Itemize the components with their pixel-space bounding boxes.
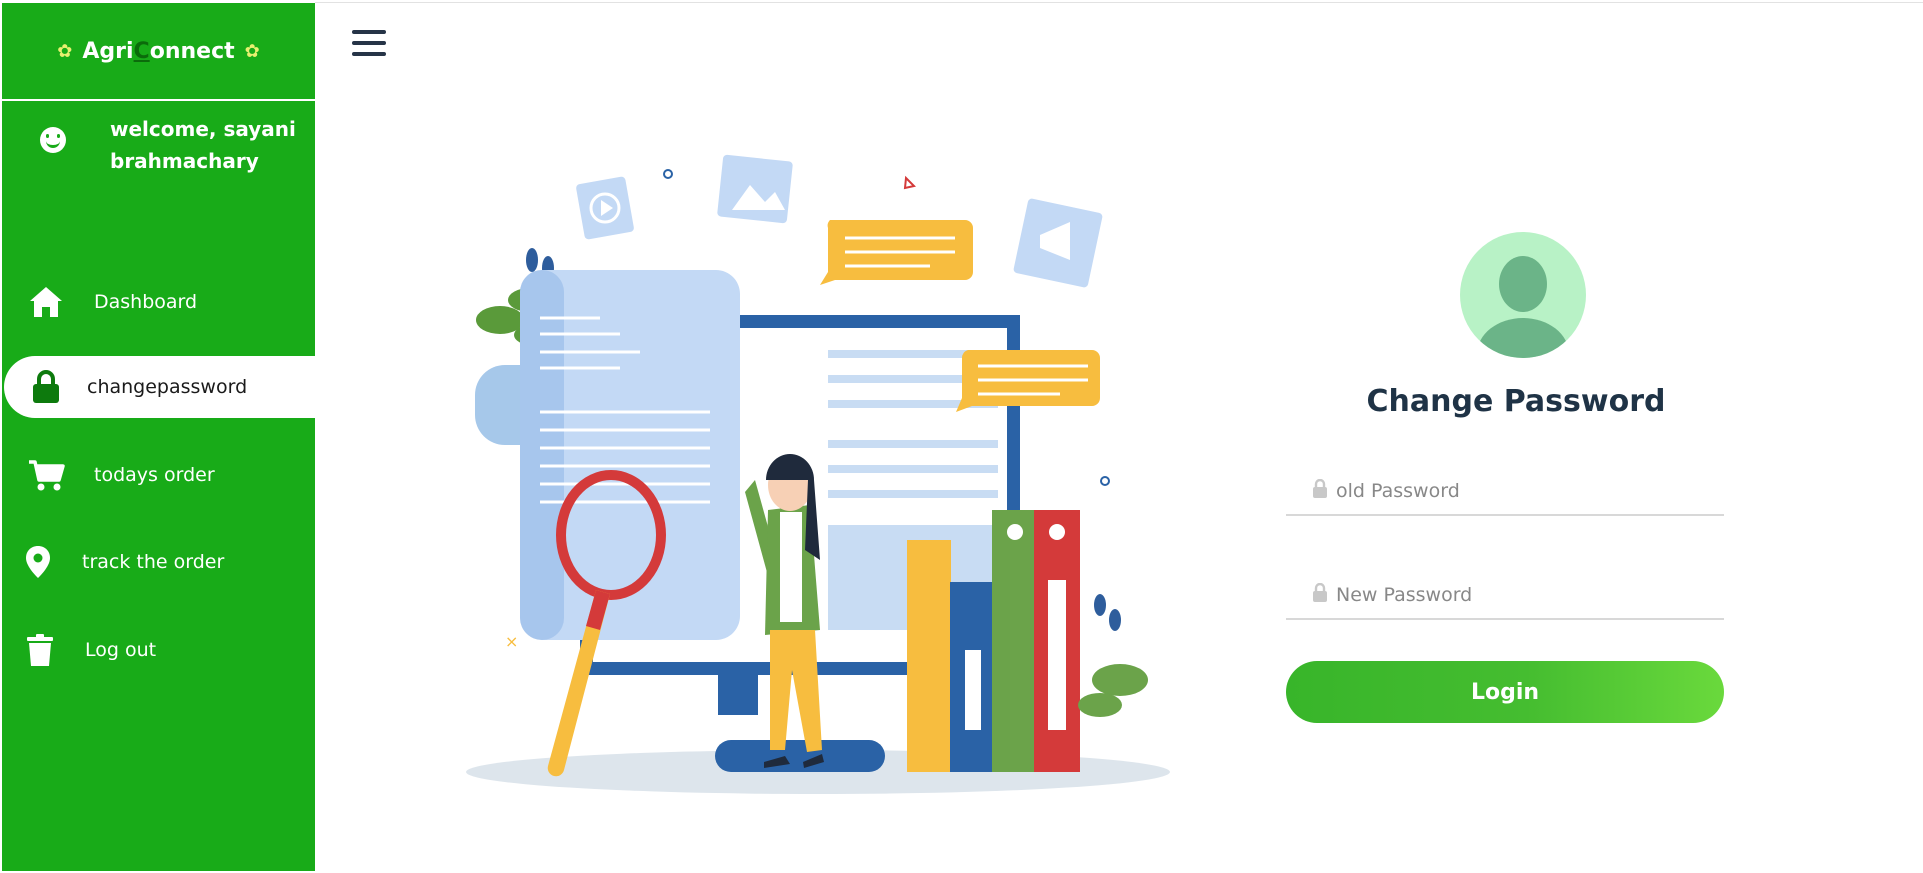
cart-icon <box>26 455 66 495</box>
welcome-message: welcome, sayani brahmachary <box>26 113 306 177</box>
sidebar-item-log-out[interactable]: Log out <box>2 619 315 681</box>
old-password-field[interactable] <box>1286 468 1724 516</box>
wheat-icon: ✿ <box>57 40 73 62</box>
user-name: brahmachary <box>110 149 259 173</box>
sidebar-item-label: Dashboard <box>94 291 198 313</box>
sidebar-item-track-the-order[interactable]: track the order <box>2 531 315 593</box>
trash-icon <box>20 630 60 670</box>
sidebar-item-label: todays order <box>94 464 215 486</box>
brand-logo[interactable]: ✿ AgriConnect ✿ <box>2 3 315 101</box>
brand-name: AgriConnect <box>82 38 235 64</box>
login-button[interactable]: Login <box>1286 661 1724 723</box>
svg-text:×: × <box>505 632 518 651</box>
home-icon <box>26 282 66 322</box>
sidebar: ✿ AgriConnect ✿ welcome, sayani brahmach… <box>2 3 317 871</box>
illustration: × <box>460 150 1180 800</box>
user-avatar-icon <box>1460 232 1586 358</box>
sidebar-item-changepassword[interactable]: changepassword <box>4 356 317 418</box>
menu-toggle-icon[interactable] <box>352 30 386 60</box>
welcome-text: welcome, sayani <box>110 117 296 141</box>
old-password-input[interactable] <box>1336 480 1676 502</box>
sidebar-item-todays-order[interactable]: todays order <box>2 444 315 506</box>
page-title: Change Password <box>1366 384 1666 419</box>
sidebar-item-label: Log out <box>85 639 157 661</box>
lock-icon <box>1312 582 1328 607</box>
location-pin-icon <box>18 542 58 582</box>
sidebar-item-label: changepassword <box>87 376 248 398</box>
sidebar-item-label: track the order <box>82 551 225 573</box>
wheat-icon: ✿ <box>244 40 260 62</box>
header-divider <box>315 2 1923 3</box>
smiley-icon <box>40 127 66 153</box>
sidebar-item-dashboard[interactable]: Dashboard <box>2 271 315 333</box>
lock-icon <box>26 367 66 407</box>
lock-icon <box>1312 478 1328 503</box>
new-password-field[interactable] <box>1286 572 1724 620</box>
new-password-input[interactable] <box>1336 584 1676 606</box>
